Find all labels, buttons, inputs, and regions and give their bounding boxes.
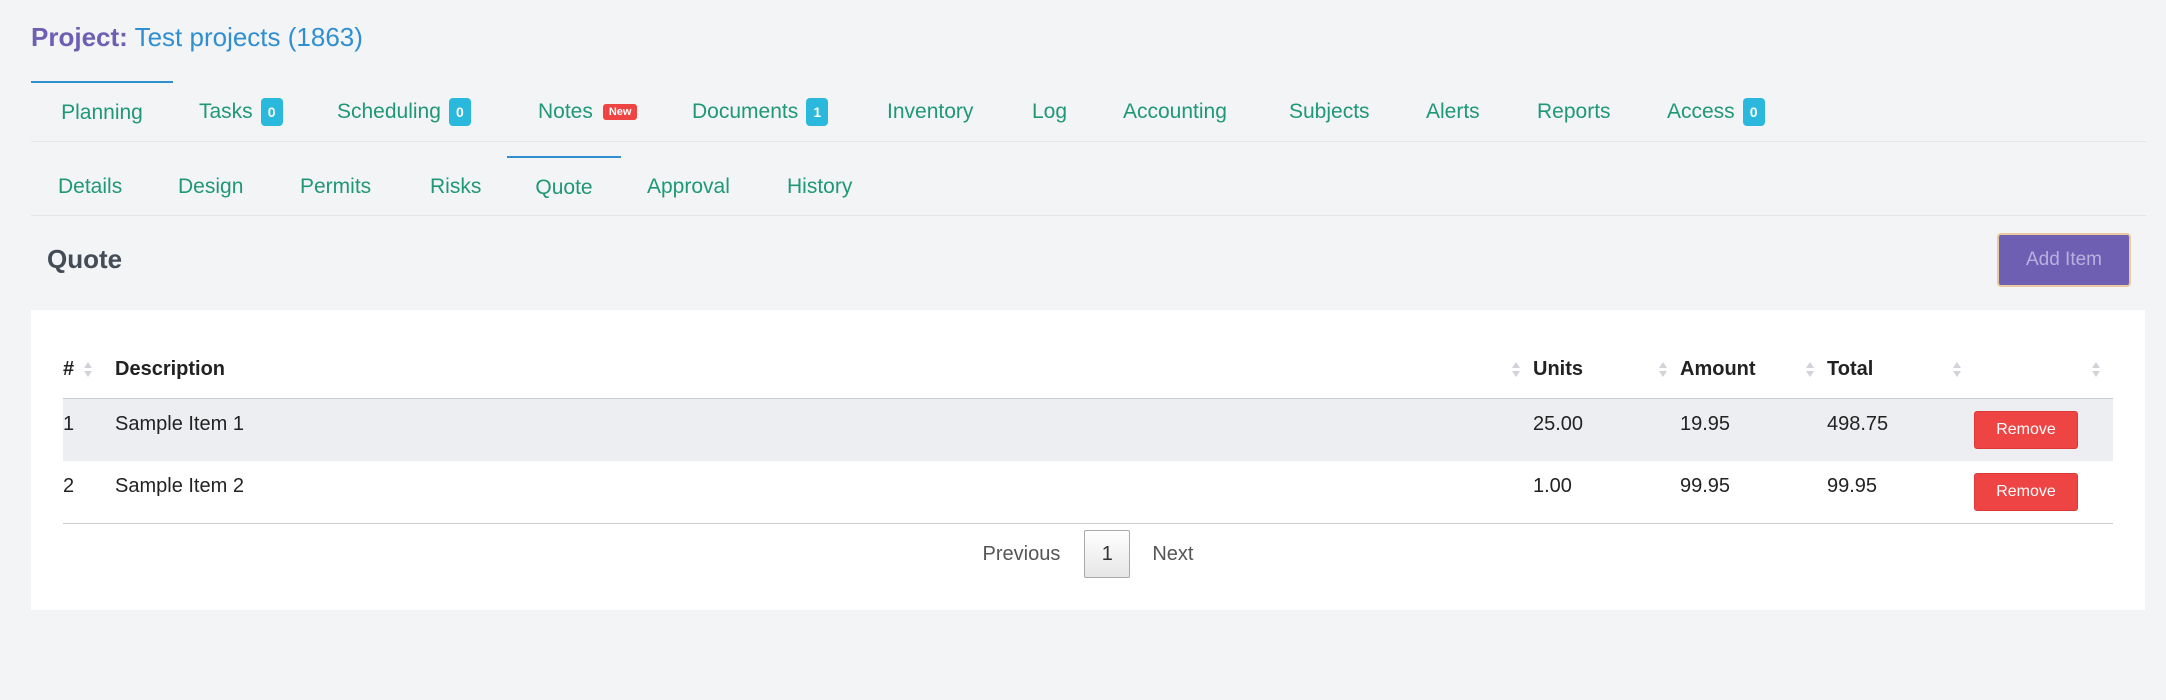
row-num: 2	[63, 474, 75, 497]
tab-details-label: Details	[58, 174, 123, 198]
tab-design-label: Design	[178, 174, 244, 198]
tab-reports-label: Reports	[1537, 100, 1611, 123]
scheduling-count-badge: 0	[448, 98, 471, 126]
tab-tasks[interactable]: Tasks 0	[199, 83, 283, 141]
col-header-num[interactable]: #	[63, 340, 115, 399]
tab-planning-label: Planning	[61, 101, 143, 124]
col-header-num-label: #	[63, 357, 75, 380]
table-row: 2 Sample Item 2 1.00 99.95 99.95 Remove	[63, 461, 2113, 524]
tab-documents[interactable]: Documents 1	[692, 83, 829, 141]
tab-quote[interactable]: Quote	[507, 156, 621, 217]
col-header-total-label: Total	[1827, 357, 1874, 380]
tab-approval[interactable]: Approval	[647, 158, 730, 215]
tab-risks[interactable]: Risks	[430, 158, 481, 215]
col-header-description-label: Description	[115, 357, 226, 380]
next-page-button[interactable]: Next	[1152, 543, 1193, 566]
tab-reports[interactable]: Reports	[1537, 83, 1611, 141]
row-units: 25.00	[1533, 412, 1584, 435]
tasks-count-badge: 0	[260, 98, 283, 126]
row-description: Sample Item 1	[115, 412, 244, 435]
tab-design[interactable]: Design	[178, 158, 243, 215]
tab-alerts[interactable]: Alerts	[1426, 83, 1480, 141]
row-units: 1.00	[1533, 474, 1572, 497]
tab-permits[interactable]: Permits	[300, 158, 371, 215]
col-header-actions[interactable]	[1974, 340, 2113, 399]
col-header-total[interactable]: Total	[1827, 340, 1974, 399]
previous-page-button[interactable]: Previous	[983, 543, 1061, 566]
col-header-description[interactable]: Description	[115, 340, 1533, 399]
row-total: 99.95	[1827, 474, 1878, 497]
access-count-badge: 0	[1742, 98, 1765, 126]
sort-icon	[1806, 362, 1815, 378]
row-description: Sample Item 2	[115, 474, 244, 497]
tab-log[interactable]: Log	[1032, 83, 1067, 141]
tab-access[interactable]: Access 0	[1667, 83, 1765, 141]
page: Project: Test projects (1863) Planning T…	[0, 0, 2166, 700]
project-title: Project: Test projects (1863)	[31, 22, 363, 53]
project-name[interactable]: Test projects (1863)	[135, 22, 363, 52]
row-num: 1	[63, 412, 75, 435]
tab-notes[interactable]: Notes New	[538, 83, 638, 141]
tab-planning[interactable]: Planning	[31, 81, 173, 143]
tab-documents-label: Documents	[692, 100, 799, 123]
table-row: 1 Sample Item 1 25.00 19.95 498.75 Remov…	[63, 398, 2113, 461]
tab-scheduling-label: Scheduling	[337, 100, 441, 123]
documents-count-badge: 1	[806, 98, 829, 126]
tab-approval-label: Approval	[647, 174, 730, 198]
primary-tabs: Planning Tasks 0 Scheduling 0 Notes New …	[31, 81, 2146, 143]
sort-icon	[84, 362, 93, 378]
tab-log-label: Log	[1032, 100, 1068, 123]
sort-icon	[2092, 362, 2101, 378]
tab-inventory-label: Inventory	[887, 100, 974, 123]
tab-notes-label: Notes	[538, 100, 593, 123]
col-header-units-label: Units	[1533, 357, 1583, 380]
section-title: Quote	[47, 244, 123, 274]
tab-history-label: History	[787, 174, 853, 198]
tab-scheduling[interactable]: Scheduling 0	[337, 83, 471, 141]
page-1-button[interactable]: 1	[1084, 530, 1131, 578]
add-item-button[interactable]: Add Item	[1997, 233, 2131, 287]
remove-button[interactable]: Remove	[1974, 473, 2078, 511]
notes-new-badge: New	[602, 104, 638, 120]
tab-accounting[interactable]: Accounting	[1123, 83, 1227, 141]
project-label: Project:	[31, 22, 128, 52]
tab-subjects-label: Subjects	[1289, 100, 1370, 123]
col-header-units[interactable]: Units	[1533, 340, 1680, 399]
col-header-amount-label: Amount	[1680, 357, 1756, 380]
sort-icon	[1953, 362, 1962, 378]
row-total: 498.75	[1827, 412, 1889, 435]
col-header-amount[interactable]: Amount	[1680, 340, 1827, 399]
remove-button[interactable]: Remove	[1974, 411, 2078, 449]
row-amount: 99.95	[1680, 474, 1731, 497]
tab-access-label: Access	[1667, 100, 1735, 123]
table-header-row: # Description Units Amount Total	[63, 340, 2113, 399]
tab-inventory[interactable]: Inventory	[887, 83, 973, 141]
quote-table: # Description Units Amount Total 1 Sampl…	[63, 340, 2113, 524]
tab-risks-label: Risks	[430, 174, 482, 198]
pagination: Previous 1 Next	[31, 529, 2145, 579]
tab-permits-label: Permits	[300, 174, 372, 198]
secondary-tabs: Details Design Permits Risks Quote Appro…	[31, 156, 2146, 217]
tab-quote-label: Quote	[535, 175, 593, 199]
tab-alerts-label: Alerts	[1426, 100, 1480, 123]
sort-icon	[1512, 362, 1521, 378]
tab-details[interactable]: Details	[58, 158, 122, 215]
tab-tasks-label: Tasks	[199, 100, 253, 123]
row-amount: 19.95	[1680, 412, 1731, 435]
quote-card: # Description Units Amount Total 1 Sampl…	[31, 310, 2145, 610]
tab-subjects[interactable]: Subjects	[1289, 83, 1370, 141]
tab-accounting-label: Accounting	[1123, 100, 1227, 123]
tab-history[interactable]: History	[787, 158, 852, 215]
sort-icon	[1659, 362, 1668, 378]
